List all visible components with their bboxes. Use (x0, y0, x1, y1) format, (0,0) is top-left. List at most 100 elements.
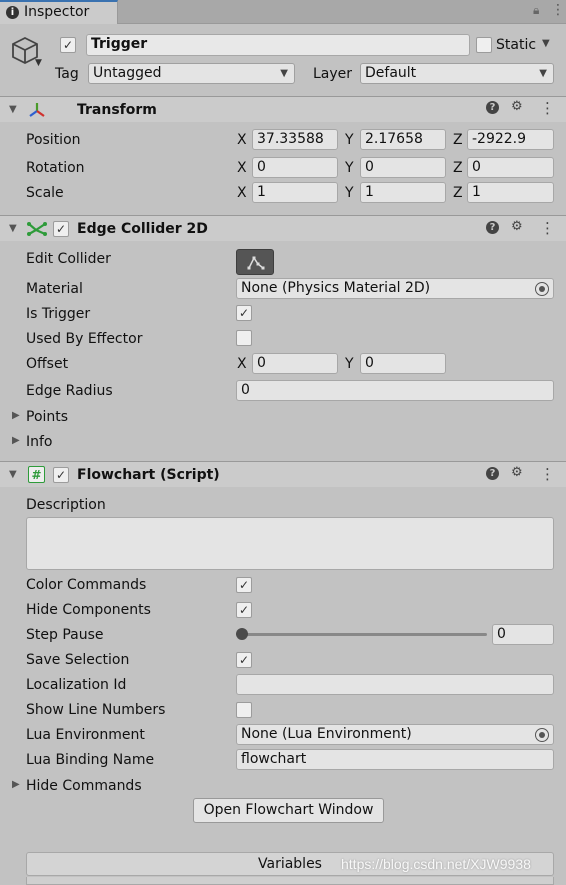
object-active-checkbox[interactable]: ✓ (60, 37, 76, 53)
scale-y-field[interactable]: 1 (360, 182, 446, 203)
is-trigger-checkbox[interactable]: ✓ (236, 305, 252, 321)
edge-collider-enabled-checkbox[interactable]: ✓ (53, 221, 69, 237)
rotation-y-axis: Y (345, 160, 354, 176)
rotation-z-axis: Z (453, 160, 463, 176)
presets-icon[interactable]: ⚙︎ (511, 465, 523, 480)
position-x-axis: X (237, 132, 247, 148)
fold-arrow-icon[interactable]: ▼ (9, 469, 17, 480)
object-name-field[interactable]: Trigger (86, 34, 470, 56)
position-z-field[interactable]: -2922.9 (467, 129, 554, 150)
scale-z-axis: Z (453, 185, 463, 201)
rotation-label: Rotation (26, 160, 85, 176)
edge-radius-field[interactable]: 0 (236, 380, 554, 401)
color-commands-checkbox[interactable]: ✓ (236, 577, 252, 593)
description-label: Description (26, 497, 106, 513)
hide-components-checkbox[interactable]: ✓ (236, 602, 252, 618)
save-selection-checkbox[interactable]: ✓ (236, 652, 252, 668)
used-by-effector-label: Used By Effector (26, 331, 143, 347)
layer-label: Layer (313, 66, 353, 82)
flowchart-enabled-checkbox[interactable]: ✓ (53, 467, 69, 483)
transform-title: Transform (77, 102, 157, 118)
fold-arrow-icon[interactable]: ▼ (9, 223, 17, 234)
lua-binding-name-field[interactable]: flowchart (236, 749, 554, 770)
component-menu-icon[interactable]: ⋮ (540, 99, 555, 117)
rotation-z-field[interactable]: 0 (467, 157, 554, 178)
component-menu-icon[interactable]: ⋮ (540, 465, 555, 483)
presets-icon[interactable]: ⚙︎ (511, 219, 523, 234)
offset-x-axis: X (237, 356, 247, 372)
tag-dropdown[interactable]: Untagged ▼ (88, 63, 295, 84)
info-label[interactable]: Info (26, 432, 53, 452)
flowchart-title: Flowchart (Script) (77, 467, 220, 483)
material-label: Material (26, 281, 83, 297)
used-by-effector-checkbox[interactable] (236, 330, 252, 346)
show-line-numbers-label: Show Line Numbers (26, 702, 166, 718)
position-label: Position (26, 132, 81, 148)
tab-inspector[interactable]: i Inspector (0, 0, 118, 24)
points-label[interactable]: Points (26, 407, 68, 427)
flowchart-header[interactable]: ▼ # ✓ Flowchart (Script) ? ⚙︎ ⋮ (0, 461, 566, 487)
step-pause-label: Step Pause (26, 627, 104, 643)
presets-icon[interactable]: ⚙︎ (511, 99, 523, 114)
offset-x-field[interactable]: 0 (252, 353, 338, 374)
rotation-x-field[interactable]: 0 (252, 157, 338, 178)
points-fold-icon[interactable]: ▶ (12, 410, 20, 421)
position-y-field[interactable]: 2.17658 (360, 129, 446, 150)
step-pause-slider-track[interactable] (242, 633, 487, 636)
lua-environment-field[interactable]: None (Lua Environment) (236, 724, 554, 745)
help-icon[interactable]: ? (486, 101, 499, 114)
watermark-text: https://blog.csdn.net/XJW9938 (341, 856, 531, 872)
open-flowchart-window-button[interactable]: Open Flowchart Window (193, 798, 384, 823)
edge-collider-header[interactable]: ▼ ✓ Edge Collider 2D ? ⚙︎ ⋮ (0, 215, 566, 241)
scale-z-field[interactable]: 1 (467, 182, 554, 203)
component-menu-icon[interactable]: ⋮ (540, 219, 555, 237)
transform-header[interactable]: ▼ Transform ? ⚙︎ ⋮ (0, 96, 566, 122)
layer-dropdown[interactable]: Default ▼ (360, 63, 554, 84)
rotation-y-field[interactable]: 0 (360, 157, 446, 178)
step-pause-slider-thumb[interactable] (236, 628, 248, 640)
lua-environment-value: None (Lua Environment) (241, 726, 412, 742)
save-selection-label: Save Selection (26, 652, 130, 668)
menu-icon[interactable]: ⋮ (551, 2, 565, 18)
transform-axes-icon (29, 103, 45, 117)
script-icon: # (28, 466, 45, 483)
tag-value: Untagged (93, 65, 162, 81)
offset-y-axis: Y (345, 356, 354, 372)
static-label: Static (496, 37, 537, 53)
position-z-axis: Z (453, 132, 463, 148)
offset-label: Offset (26, 356, 69, 372)
localization-id-label: Localization Id (26, 677, 127, 693)
step-pause-field[interactable]: 0 (492, 624, 554, 645)
rotation-x-axis: X (237, 160, 247, 176)
material-field[interactable]: None (Physics Material 2D) (236, 278, 554, 299)
localization-id-field[interactable] (236, 674, 554, 695)
tag-label: Tag (55, 66, 79, 82)
static-dropdown-arrow[interactable]: ▼ (542, 38, 550, 49)
object-picker-icon[interactable] (535, 282, 549, 296)
offset-y-field[interactable]: 0 (360, 353, 446, 374)
layer-value: Default (365, 65, 417, 81)
material-value: None (Physics Material 2D) (241, 280, 431, 296)
position-x-field[interactable]: 37.33588 (252, 129, 338, 150)
hide-commands-label[interactable]: Hide Commands (26, 776, 142, 796)
description-textarea[interactable] (26, 517, 554, 570)
fold-arrow-icon[interactable]: ▼ (9, 104, 17, 115)
info-icon: i (6, 6, 19, 19)
static-checkbox[interactable] (476, 37, 492, 53)
lock-icon[interactable]: 🔒︎ (533, 3, 539, 18)
info-fold-icon[interactable]: ▶ (12, 435, 20, 446)
edit-collider-button[interactable] (236, 249, 274, 275)
edit-collider-label: Edit Collider (26, 251, 111, 267)
help-icon[interactable]: ? (486, 467, 499, 480)
chevron-down-icon: ▼ (280, 68, 288, 79)
icon-dropdown-arrow[interactable]: ▼ (35, 58, 42, 68)
lua-binding-name-label: Lua Binding Name (26, 752, 155, 768)
scale-x-axis: X (237, 185, 247, 201)
show-line-numbers-checkbox[interactable] (236, 702, 252, 718)
object-picker-icon[interactable] (535, 728, 549, 742)
hide-commands-fold-icon[interactable]: ▶ (12, 779, 20, 790)
scale-x-field[interactable]: 1 (252, 182, 338, 203)
edit-shape-icon (247, 256, 265, 270)
help-icon[interactable]: ? (486, 221, 499, 234)
edge-radius-label: Edge Radius (26, 383, 113, 399)
